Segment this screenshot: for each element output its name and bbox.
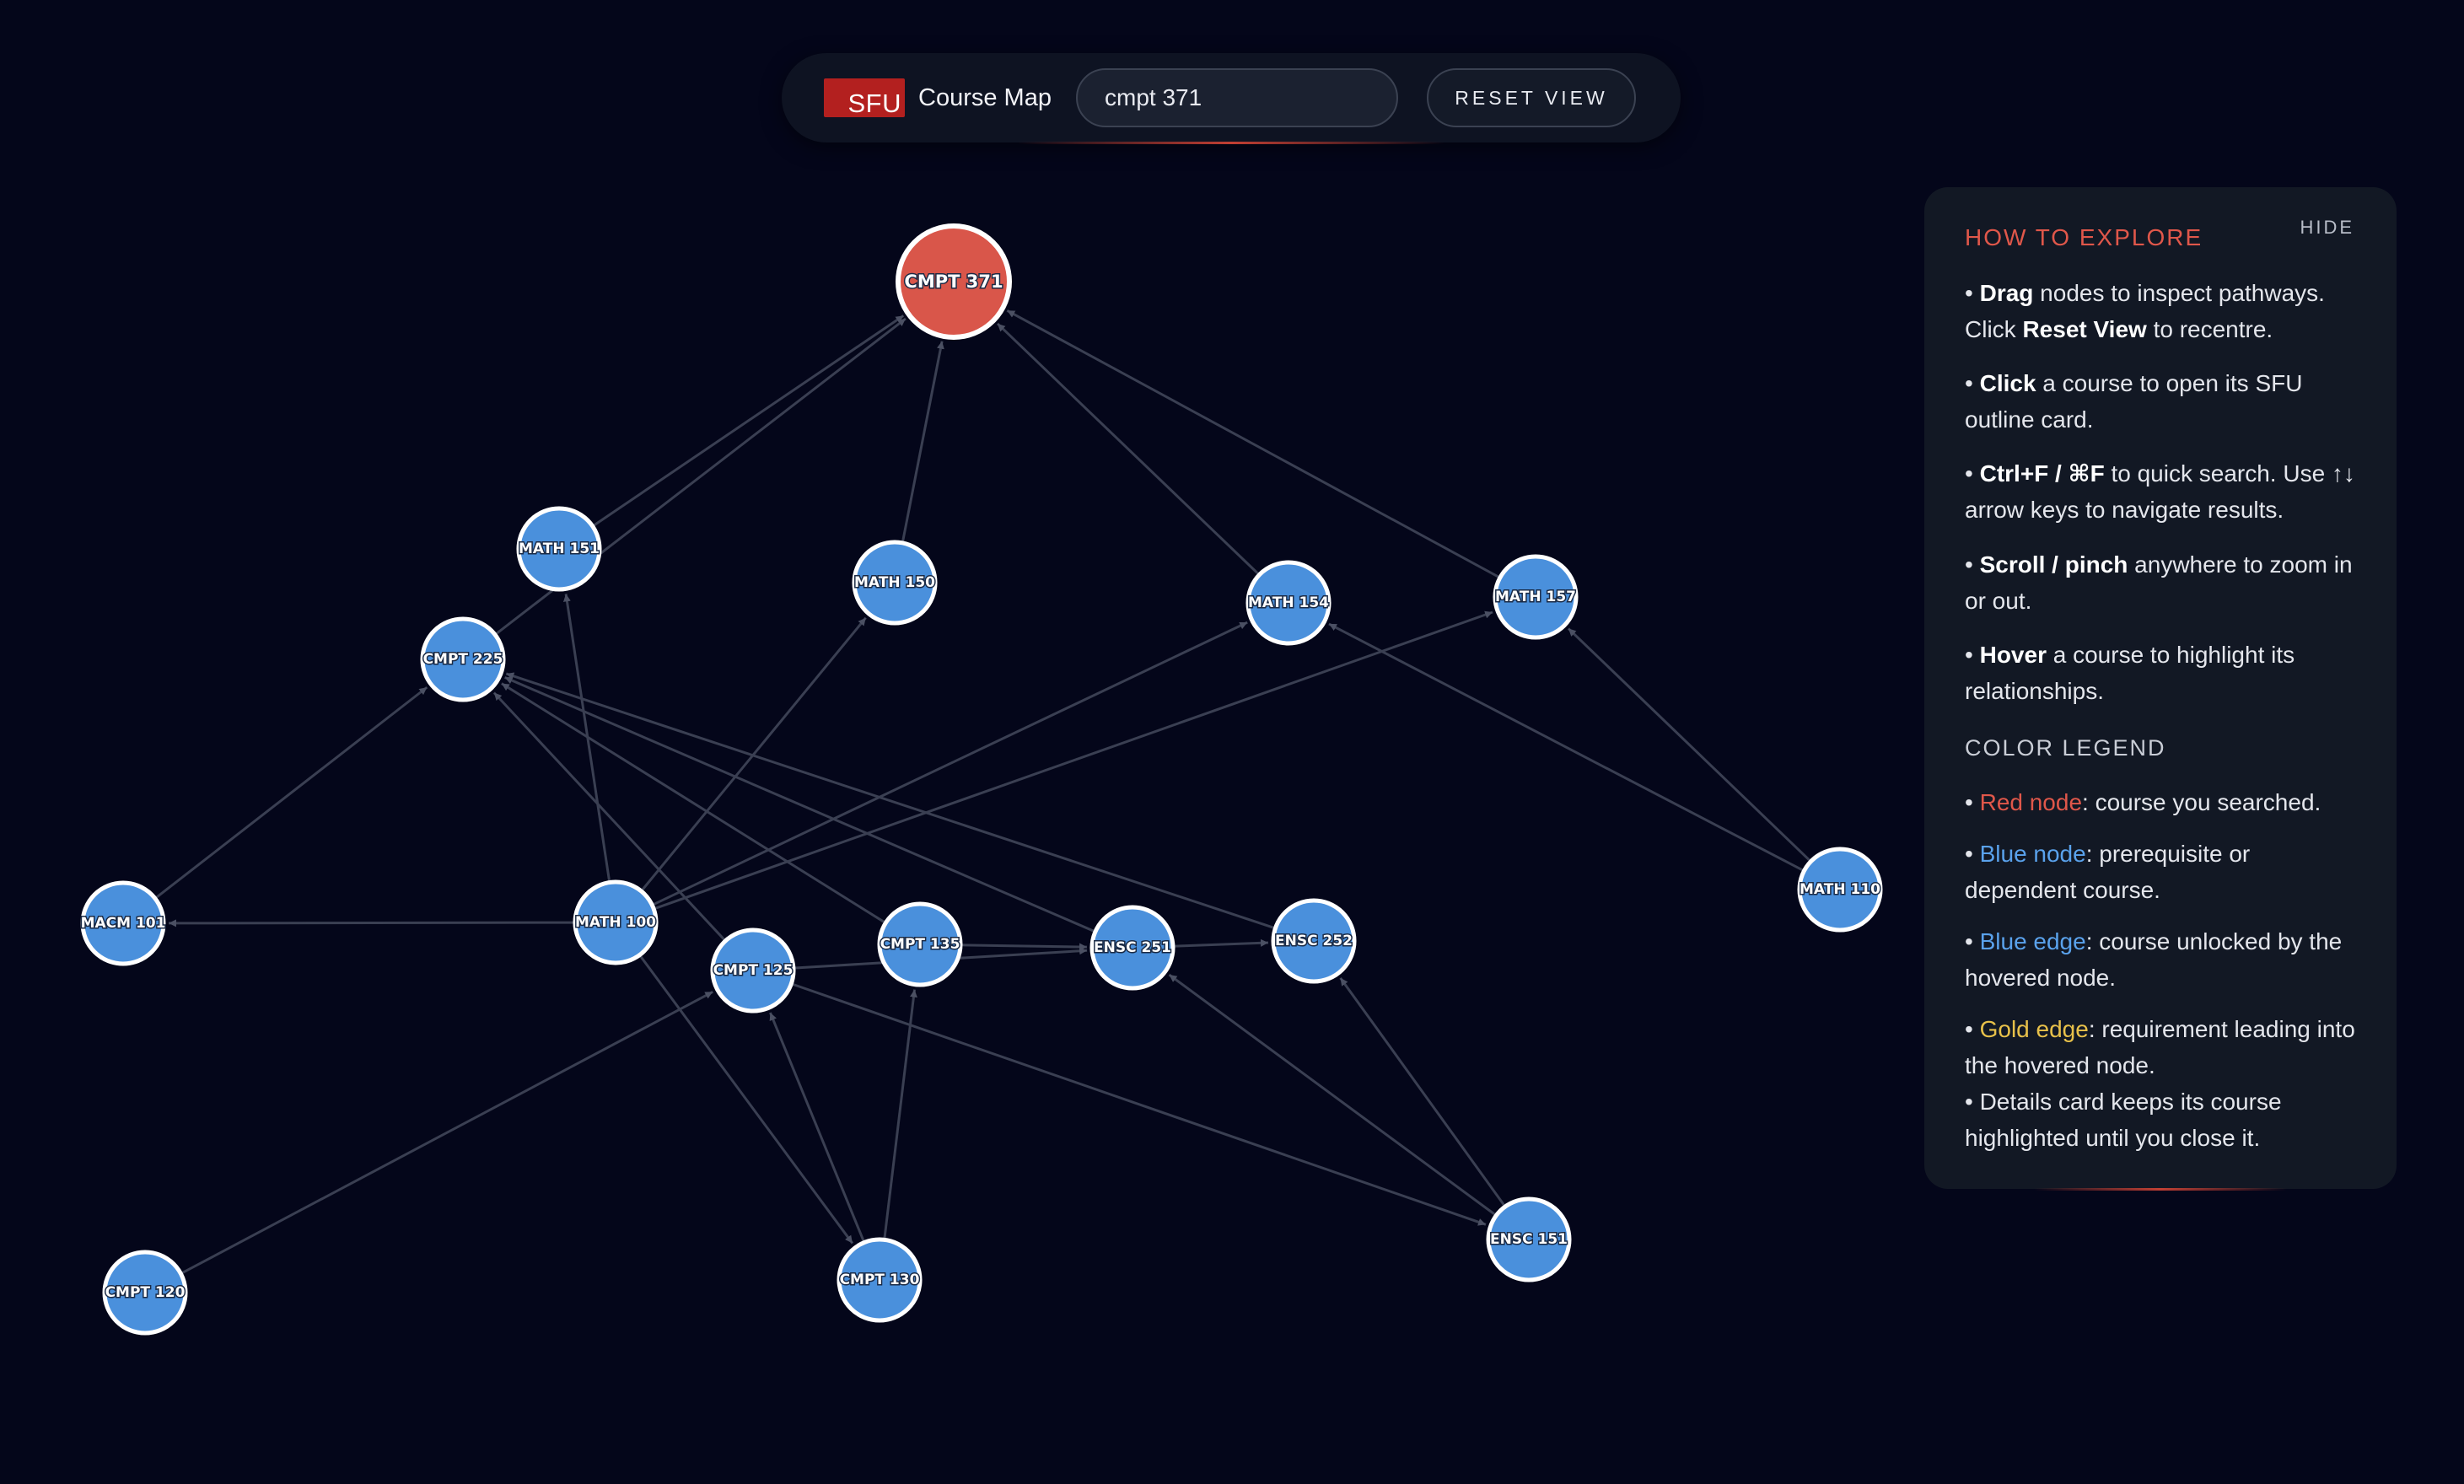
tip-hover: • Hover a course to highlight its relati… xyxy=(1965,642,2295,704)
course-node-cmpt-120[interactable]: CMPT 120 xyxy=(102,1250,188,1336)
edge-math151-to-cmpt371 xyxy=(593,315,905,527)
course-node-math-150[interactable]: MATH 150 xyxy=(852,540,938,626)
edge-math154-to-cmpt371 xyxy=(996,322,1259,575)
node-label: MATH 100 xyxy=(575,914,656,931)
edge-ensc151-to-ensc252 xyxy=(1339,976,1505,1207)
legend-blue-edge: • Blue edge: course unlocked by the hove… xyxy=(1965,928,2343,991)
tip-search: • Ctrl+F / ⌘F to quick search. Use ↑↓ ar… xyxy=(1965,460,2355,523)
course-node-math-157[interactable]: MATH 157 xyxy=(1493,554,1579,640)
node-label: CMPT 130 xyxy=(840,1272,920,1288)
edge-cmpt130-to-cmpt135 xyxy=(883,989,917,1239)
help-panel: HOW TO EXPLORE HIDE • Drag nodes to insp… xyxy=(1924,187,2397,1191)
node-label: MATH 110 xyxy=(1800,881,1880,898)
reset-view-button[interactable]: RESET VIEW xyxy=(1427,68,1636,127)
legend-details-note: • Details card keeps its course highligh… xyxy=(1965,1089,2282,1151)
app-title: Course Map xyxy=(918,84,1052,111)
course-node-ensc-252[interactable]: ENSC 252 xyxy=(1271,898,1357,984)
course-node-cmpt-135[interactable]: CMPT 135 xyxy=(877,901,963,987)
search-input[interactable] xyxy=(1076,68,1398,127)
edge-math110-to-math157 xyxy=(1567,627,1810,862)
edge-ensc251-to-ensc252 xyxy=(1174,938,1269,948)
edge-math100-to-math150 xyxy=(641,616,867,891)
course-node-math-154[interactable]: MATH 154 xyxy=(1245,560,1332,646)
edge-cmpt130-to-cmpt125 xyxy=(769,1012,865,1242)
legend-gold-edge: • Gold edge: requirement leading into th… xyxy=(1965,1016,2355,1078)
edge-math100-to-math154 xyxy=(653,621,1248,906)
node-label: ENSC 151 xyxy=(1490,1231,1568,1248)
course-node-math-151[interactable]: MATH 151 xyxy=(516,506,602,592)
logo-text: SFU xyxy=(847,89,901,118)
top-bar: SFU Course Map RESET VIEW xyxy=(782,53,1681,144)
edge-cmpt120-to-cmpt125 xyxy=(181,990,713,1274)
node-label: MATH 154 xyxy=(1248,594,1329,611)
edge-ensc151-to-ensc251 xyxy=(1168,973,1496,1216)
course-node-math-110[interactable]: MATH 110 xyxy=(1797,847,1883,933)
node-label: MATH 151 xyxy=(519,540,600,557)
node-label: CMPT 120 xyxy=(105,1284,186,1301)
graph-nodes[interactable]: CMPT 371 MATH 151 MATH 150 MATH 154 MATH 157… xyxy=(79,223,1883,1336)
course-node-ensc-151[interactable]: ENSC 151 xyxy=(1486,1196,1572,1282)
topbar-glow xyxy=(1018,142,1445,144)
node-label: MATH 150 xyxy=(854,574,935,591)
course-node-cmpt-130[interactable]: CMPT 130 xyxy=(837,1237,923,1323)
graph-edges xyxy=(155,309,1810,1274)
tip-zoom: • Scroll / pinch anywhere to zoom in or … xyxy=(1965,551,2353,614)
tip-click: • Click a course to open its SFU outline… xyxy=(1965,370,2303,433)
node-label: CMPT 225 xyxy=(423,651,503,668)
node-label: ENSC 251 xyxy=(1094,939,1171,956)
tip-drag: • Drag nodes to inspect pathways. Click … xyxy=(1965,280,2325,342)
edge-math100-to-macm101 xyxy=(168,919,574,928)
course-node-cmpt-125[interactable]: CMPT 125 xyxy=(710,928,796,1014)
legend-red-node: • Red node: course you searched. xyxy=(1965,789,2321,815)
edge-cmpt135-to-ensc251 xyxy=(961,943,1088,951)
edge-macm101-to-cmpt225 xyxy=(155,686,428,899)
legend-blue-node: • Blue node: prerequisite or dependent c… xyxy=(1965,841,2251,903)
node-label: CMPT 135 xyxy=(880,936,960,953)
node-label: CMPT 371 xyxy=(904,272,1003,292)
course-node-cmpt-371[interactable]: CMPT 371 xyxy=(896,223,1012,340)
edge-math157-to-cmpt371 xyxy=(1006,309,1499,578)
edge-math150-to-cmpt371 xyxy=(901,341,944,542)
help-panel-glow xyxy=(2034,1188,2287,1191)
course-node-macm-101[interactable]: MACM 101 xyxy=(79,880,167,966)
course-node-math-100[interactable]: MATH 100 xyxy=(573,879,659,965)
course-node-ensc-251[interactable]: ENSC 251 xyxy=(1089,905,1176,991)
node-label: CMPT 125 xyxy=(713,962,794,979)
node-label: MATH 157 xyxy=(1495,589,1576,605)
course-node-cmpt-225[interactable]: CMPT 225 xyxy=(420,616,506,702)
sfu-logo: SFU xyxy=(824,78,905,117)
node-label: ENSC 252 xyxy=(1275,933,1353,949)
node-label: MACM 101 xyxy=(81,915,166,932)
edge-cmpt125-to-ensc151 xyxy=(792,982,1487,1226)
edge-math100-to-math157 xyxy=(654,610,1493,910)
legend-title: COLOR LEGEND xyxy=(1965,735,2166,761)
edge-math110-to-math154 xyxy=(1328,622,1804,872)
hide-button[interactable]: HIDE xyxy=(2295,216,2359,239)
help-title: HOW TO EXPLORE xyxy=(1965,224,2203,250)
